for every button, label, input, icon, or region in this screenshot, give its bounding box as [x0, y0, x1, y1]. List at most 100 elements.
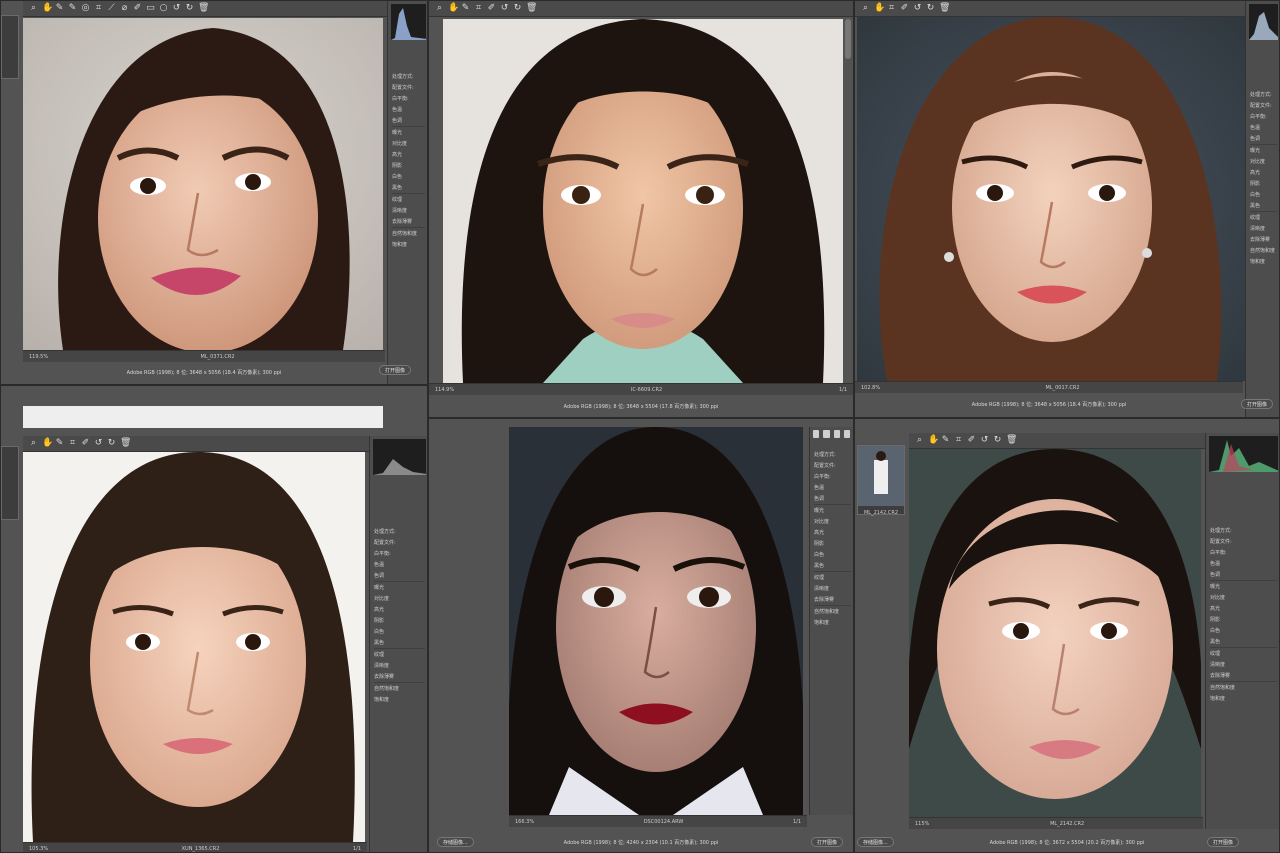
panel-item-11[interactable]: 纹理: [388, 194, 427, 205]
panel-item-15[interactable]: 饱和度: [810, 617, 853, 628]
panel-item-1[interactable]: 配置文件:: [370, 537, 427, 548]
panel-item-9[interactable]: 白色: [1246, 189, 1279, 200]
panel-item-13[interactable]: 去除薄雾: [370, 671, 427, 682]
rotate-right-icon[interactable]: ↻: [107, 439, 116, 448]
panel-item-1[interactable]: 配置文件:: [1206, 536, 1279, 547]
panel-item-3[interactable]: 色温: [1206, 558, 1279, 569]
panel-item-10[interactable]: 黑色: [810, 560, 853, 571]
target-adjust-icon[interactable]: ◎: [81, 4, 90, 13]
panel-item-13[interactable]: 去除薄雾: [1206, 670, 1279, 681]
white-balance-icon[interactable]: ✎: [55, 4, 64, 13]
basic-panel-icon[interactable]: [813, 430, 820, 438]
crop-icon[interactable]: ⌗: [474, 4, 483, 13]
detail-panel-icon[interactable]: [833, 430, 840, 438]
panel-item-10[interactable]: 黑色: [388, 182, 427, 193]
zoom-icon[interactable]: ⌕: [435, 4, 444, 13]
panel-item-8[interactable]: 阴影: [1246, 178, 1279, 189]
panel-item-14[interactable]: 自然饱和度: [1206, 682, 1279, 693]
panel-item-11[interactable]: 纹理: [370, 649, 427, 660]
rotate-right-icon[interactable]: ↻: [513, 4, 522, 13]
panel-item-9[interactable]: 白色: [370, 626, 427, 637]
panel-item-4[interactable]: 色调: [810, 493, 853, 504]
panel-item-13[interactable]: 去除薄雾: [810, 594, 853, 605]
panel-item-12[interactable]: 清晰度: [388, 205, 427, 216]
hsl-panel-icon[interactable]: [843, 430, 850, 438]
panel-item-7[interactable]: 高光: [810, 527, 853, 538]
filmstrip-thumbnail[interactable]: [1, 15, 19, 79]
panel-item-6[interactable]: 对比度: [1206, 592, 1279, 603]
brush-icon[interactable]: ✐: [487, 4, 496, 13]
panel-item-9[interactable]: 白色: [810, 549, 853, 560]
crop-icon[interactable]: ⌗: [68, 439, 77, 448]
trash-icon[interactable]: 🗑: [526, 4, 537, 13]
panel-item-6[interactable]: 对比度: [1246, 156, 1279, 167]
rotate-right-icon[interactable]: ↻: [185, 4, 194, 13]
panel-item-8[interactable]: 阴影: [370, 615, 427, 626]
tone-curve-icon[interactable]: [823, 430, 830, 438]
panel-item-1[interactable]: 配置文件:: [388, 82, 427, 93]
open-image-button[interactable]: 打开图像: [1240, 399, 1273, 409]
hand-icon[interactable]: ✋: [874, 4, 885, 13]
panel-item-15[interactable]: 饱和度: [1206, 693, 1279, 704]
graduated-filter-icon[interactable]: ▭: [146, 4, 155, 13]
panel-item-5[interactable]: 曝光: [1246, 145, 1279, 156]
rotate-left-icon[interactable]: ↺: [172, 4, 181, 13]
panel-item-1[interactable]: 配置文件:: [1246, 100, 1279, 111]
crop-icon[interactable]: ⌗: [94, 4, 103, 13]
panel-item-14[interactable]: 自然饱和度: [810, 606, 853, 617]
white-balance-icon[interactable]: ✎: [461, 4, 470, 13]
rotate-left-icon[interactable]: ↺: [94, 439, 103, 448]
panel-item-4[interactable]: 色调: [1206, 569, 1279, 580]
spot-removal-icon[interactable]: ⌀: [120, 4, 129, 13]
panel-item-12[interactable]: 清晰度: [1206, 659, 1279, 670]
rotate-right-icon[interactable]: ↻: [993, 436, 1002, 445]
panel-item-5[interactable]: 曝光: [388, 127, 427, 138]
brush-icon[interactable]: ✐: [133, 4, 142, 13]
panel-item-13[interactable]: 去除薄雾: [1246, 234, 1279, 245]
panel-item-13[interactable]: 去除薄雾: [388, 216, 427, 227]
panel-item-7[interactable]: 高光: [1206, 603, 1279, 614]
hand-icon[interactable]: ✋: [928, 436, 939, 445]
zoom-icon[interactable]: ⌕: [29, 439, 38, 448]
image-info[interactable]: Adobe RGB (1998); 8 位; 3648 x 5504 (17.8…: [429, 397, 853, 415]
panel-item-2[interactable]: 白平衡:: [388, 93, 427, 104]
panel-item-3[interactable]: 色温: [370, 559, 427, 570]
panel-item-8[interactable]: 阴影: [810, 538, 853, 549]
panel-item-3[interactable]: 色温: [388, 104, 427, 115]
scrollbar[interactable]: [845, 19, 851, 59]
zoom-level[interactable]: 105.3%: [29, 846, 48, 852]
rotate-right-icon[interactable]: ↻: [926, 4, 935, 13]
panel-item-2[interactable]: 白平衡:: [1246, 111, 1279, 122]
panel-item-6[interactable]: 对比度: [388, 138, 427, 149]
panel-item-14[interactable]: 自然饱和度: [1246, 245, 1279, 256]
panel-item-4[interactable]: 色调: [1246, 133, 1279, 144]
panel-item-8[interactable]: 阴影: [1206, 614, 1279, 625]
image-info[interactable]: Adobe RGB (1998); 8 位; 3648 x 5056 (18.4…: [23, 363, 385, 381]
color-sampler-icon[interactable]: ✎: [68, 4, 77, 13]
panel-item-2[interactable]: 白平衡:: [1206, 547, 1279, 558]
panel-item-7[interactable]: 高光: [388, 149, 427, 160]
hand-icon[interactable]: ✋: [448, 4, 459, 13]
rotate-left-icon[interactable]: ↺: [980, 436, 989, 445]
panel-item-14[interactable]: 自然饱和度: [370, 683, 427, 694]
filmstrip-thumbnail[interactable]: [1, 446, 19, 520]
panel-item-4[interactable]: 色调: [370, 570, 427, 581]
panel-item-6[interactable]: 对比度: [370, 593, 427, 604]
panel-item-1[interactable]: 配置文件:: [810, 460, 853, 471]
trash-icon[interactable]: 🗑: [1006, 436, 1017, 445]
panel-item-3[interactable]: 色温: [1246, 122, 1279, 133]
hand-icon[interactable]: ✋: [42, 439, 53, 448]
trash-icon[interactable]: 🗑: [939, 4, 950, 13]
panel-item-12[interactable]: 清晰度: [810, 583, 853, 594]
trash-icon[interactable]: 🗑: [198, 4, 209, 13]
open-image-button[interactable]: 打开图像: [810, 837, 843, 847]
trash-icon[interactable]: 🗑: [120, 439, 131, 448]
zoom-icon[interactable]: ⌕: [915, 436, 924, 445]
panel-item-5[interactable]: 曝光: [1206, 581, 1279, 592]
image-info[interactable]: Adobe RGB (1998); 8 位; 3648 x 5056 (18.4…: [855, 395, 1243, 413]
panel-item-11[interactable]: 纹理: [1206, 648, 1279, 659]
rotate-left-icon[interactable]: ↺: [913, 4, 922, 13]
panel-item-10[interactable]: 黑色: [1206, 636, 1279, 647]
panel-item-15[interactable]: 饱和度: [370, 694, 427, 705]
panel-item-7[interactable]: 高光: [1246, 167, 1279, 178]
